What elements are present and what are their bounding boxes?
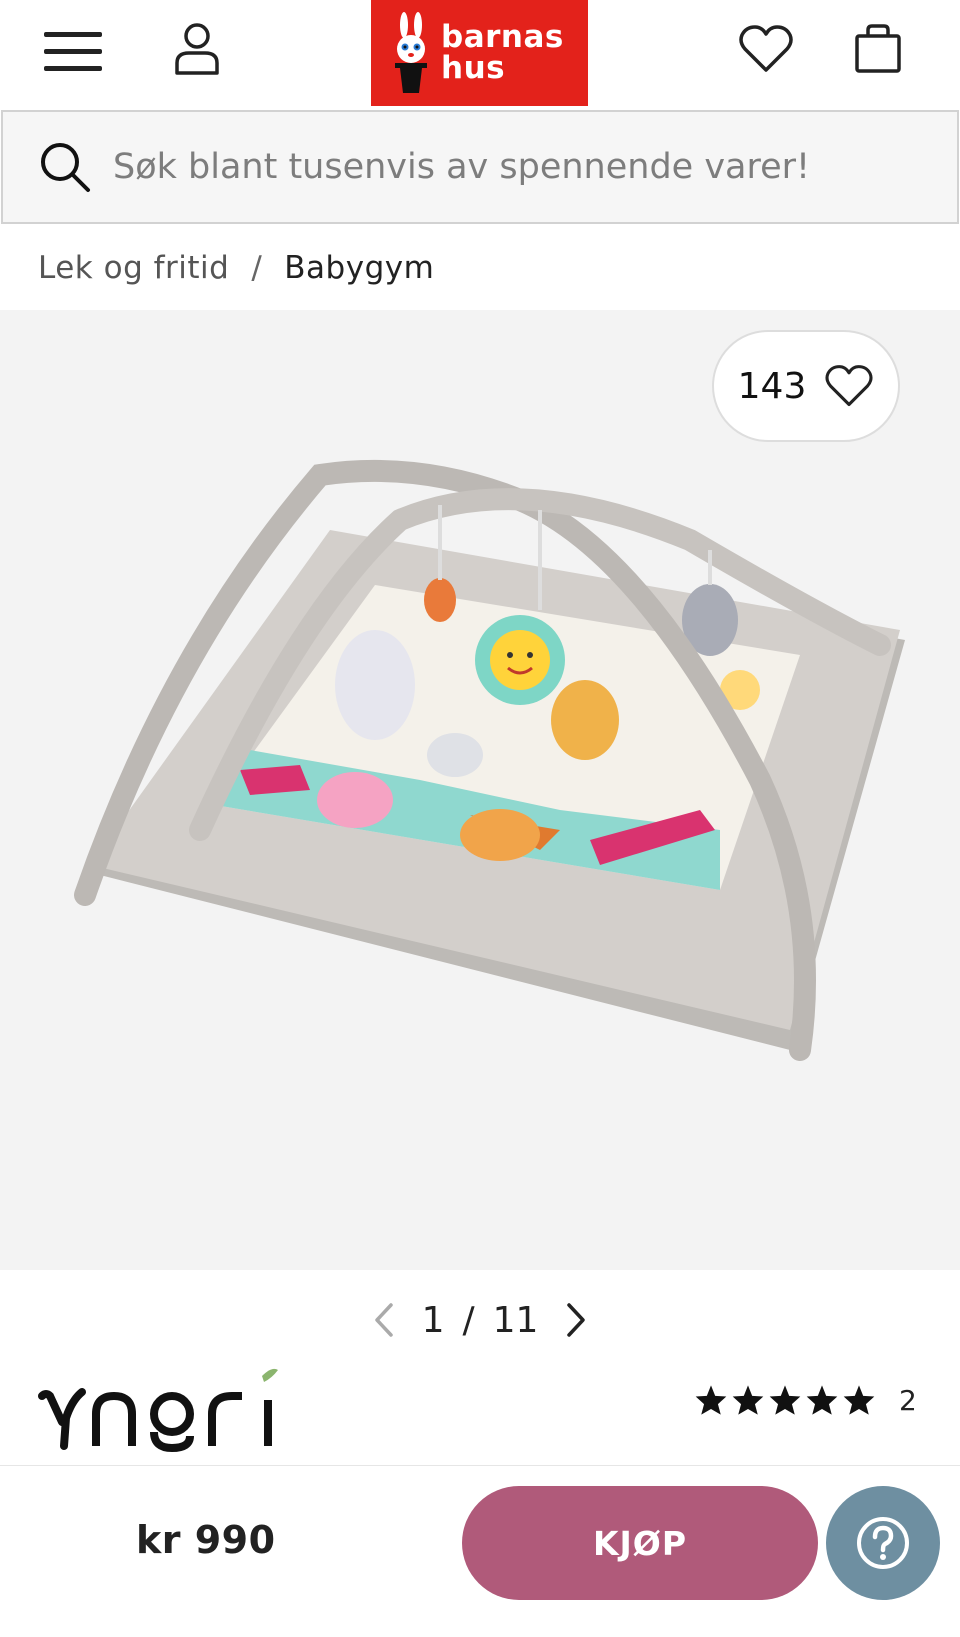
heart-icon xyxy=(825,365,873,407)
hamburger-menu-icon xyxy=(44,32,102,71)
heart-icon xyxy=(739,25,793,72)
star-icon xyxy=(806,1385,838,1415)
question-mark-icon xyxy=(857,1517,909,1569)
next-image-button[interactable] xyxy=(556,1295,596,1345)
store-logo[interactable]: barnas hus xyxy=(371,0,588,106)
buy-button[interactable]: KJØP xyxy=(462,1486,818,1600)
brand-logo[interactable] xyxy=(36,1356,296,1456)
menu-button[interactable] xyxy=(38,22,108,82)
breadcrumb-item-babygym[interactable]: Babygym xyxy=(284,250,434,286)
wishlist-button[interactable] xyxy=(726,14,806,84)
account-button[interactable] xyxy=(162,14,232,84)
site-header: barnas hus xyxy=(0,0,960,108)
chevron-left-icon xyxy=(374,1303,393,1337)
star-icon xyxy=(732,1385,764,1415)
search-bar xyxy=(1,110,959,224)
breadcrumb: Lek og fritid / Babygym xyxy=(38,244,434,292)
shopping-bag-icon xyxy=(855,24,901,73)
product-image-gallery[interactable]: 143 xyxy=(0,310,960,1270)
logo-wordmark: barnas hus xyxy=(441,19,564,86)
image-pager: 1 / 11 xyxy=(0,1290,960,1350)
cart-button[interactable] xyxy=(840,14,916,84)
breadcrumb-item-lek-og-fritid[interactable]: Lek og fritid xyxy=(38,250,229,286)
rating-count: 2 xyxy=(899,1383,917,1417)
chevron-right-icon xyxy=(567,1303,586,1337)
breadcrumb-separator: / xyxy=(251,250,263,286)
search-input[interactable] xyxy=(113,137,933,197)
star-icon xyxy=(769,1385,801,1415)
help-button[interactable] xyxy=(826,1486,940,1600)
star-icon xyxy=(843,1385,875,1415)
star-icon xyxy=(695,1385,727,1415)
product-rating[interactable]: 2 xyxy=(694,1378,917,1422)
favorite-count-button[interactable]: 143 xyxy=(712,330,900,442)
pager-total: 11 xyxy=(492,1299,539,1341)
search-icon xyxy=(41,143,90,192)
purchase-bar: kr 990 KJØP xyxy=(0,1465,960,1637)
search-button[interactable] xyxy=(33,135,97,199)
pager-separator: / xyxy=(462,1299,475,1341)
product-price: kr 990 xyxy=(136,1518,276,1562)
pager-current: 1 xyxy=(421,1299,445,1341)
product-image xyxy=(74,459,905,1061)
user-account-icon xyxy=(175,23,219,75)
previous-image-button[interactable] xyxy=(364,1295,404,1345)
favorite-count: 143 xyxy=(737,365,807,407)
rabbit-in-hat-icon xyxy=(395,12,427,93)
